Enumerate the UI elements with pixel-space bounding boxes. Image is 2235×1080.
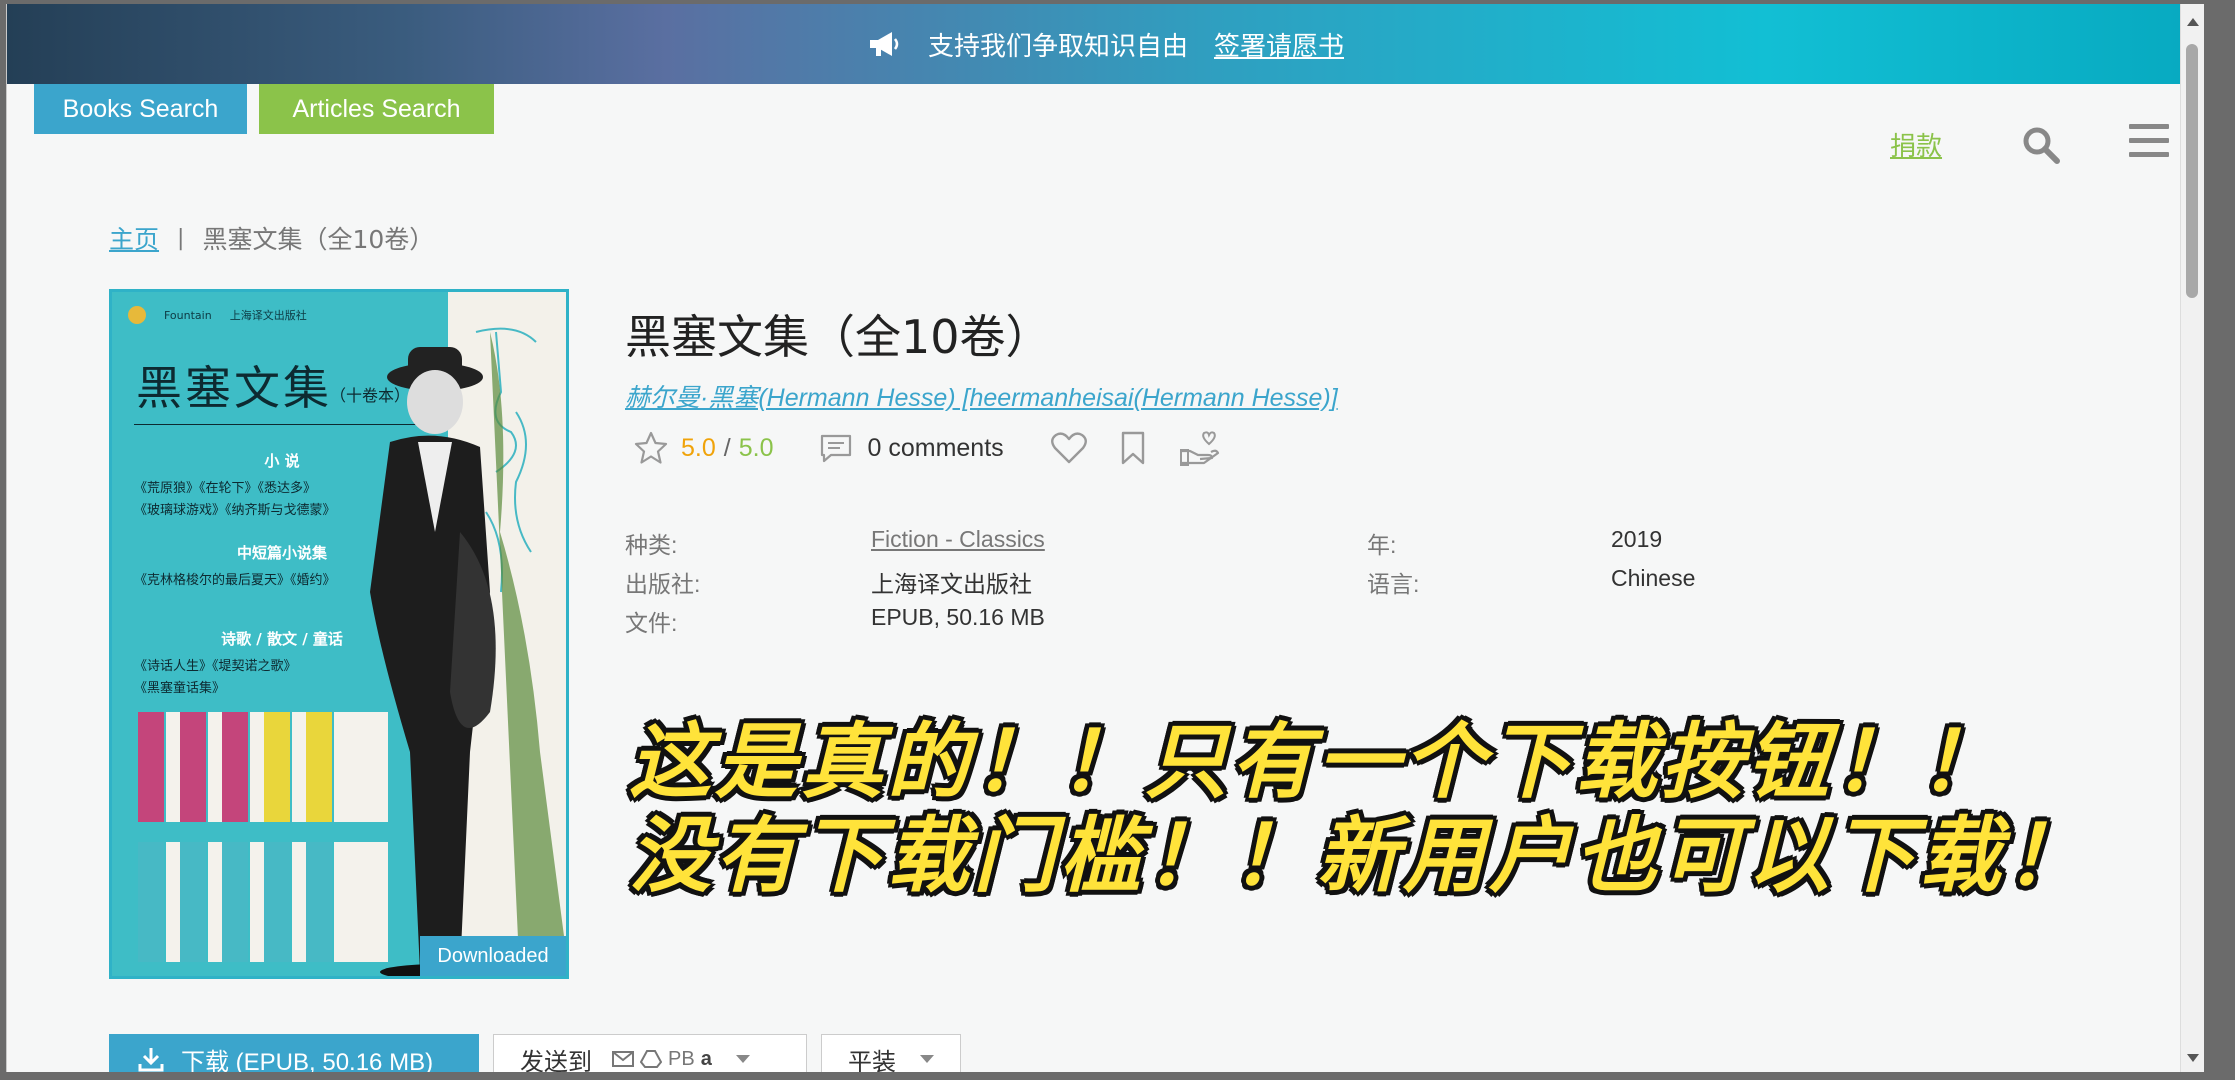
comments-count[interactable]: 0 comments xyxy=(867,434,1003,463)
heart-icon[interactable] xyxy=(1050,430,1088,466)
cover-brand: Fountain xyxy=(164,308,212,322)
rating-row: 5.0 / 5.0 0 comments xyxy=(633,429,1220,467)
donate-link[interactable]: 捐款 xyxy=(1890,126,1942,163)
cover-title: 黑塞文集 xyxy=(136,361,332,415)
breadcrumb-home-link[interactable]: 主页 xyxy=(109,220,159,256)
tab-articles-search[interactable]: Articles Search xyxy=(259,84,494,134)
email-icon xyxy=(612,1051,634,1067)
cover-publisher: 上海译文出版社 xyxy=(229,309,307,322)
publisher-logo-icon xyxy=(128,306,146,324)
menu-icon[interactable] xyxy=(2129,124,2169,162)
caption-line-2: 没有下载门槛！！新用户也可以下载！ xyxy=(629,809,2091,904)
rating-separator: / xyxy=(723,433,731,462)
donate-hand-icon[interactable] xyxy=(1178,429,1220,467)
banner-text: 支持我们争取知识自由 xyxy=(927,31,1188,62)
browser-window: 支持我们争取知识自由 签署请愿书 Books Search Articles S… xyxy=(6,4,2204,1072)
send-to-label: 发送到 xyxy=(520,1048,592,1073)
video-caption-overlay: 这是真的！！只有一个下载按钮！！ 没有下载门槛！！新用户也可以下载！ xyxy=(629,716,2089,904)
send-to-dropdown[interactable]: 发送到 PB a xyxy=(493,1034,807,1072)
search-icon[interactable] xyxy=(2021,125,2061,165)
publisher-value: 上海译文出版社 xyxy=(871,571,1032,597)
sign-petition-link[interactable]: 签署请愿书 xyxy=(1214,26,1344,63)
book-cover[interactable]: Fountain 上海译文出版社 黑塞文集 （十卷本） 小 说 《荒原狼》《在轮… xyxy=(109,289,569,979)
download-button[interactable]: 下载 (EPUB, 50.16 MB) xyxy=(109,1034,479,1072)
tab-books-search[interactable]: Books Search xyxy=(34,84,247,134)
pocketbook-label: PB xyxy=(668,1047,695,1070)
format-label: 平装 xyxy=(848,1048,896,1073)
file-label: 文件: xyxy=(625,610,678,636)
bookmark-icon[interactable] xyxy=(1118,430,1148,466)
format-dropdown[interactable]: 平装 xyxy=(821,1034,961,1072)
amazon-icon: a xyxy=(700,1047,712,1070)
author-photo xyxy=(370,332,566,976)
chevron-down-icon xyxy=(735,1055,750,1063)
publisher-label: 出版社: xyxy=(625,571,701,597)
language-label: 语言: xyxy=(1367,571,1420,597)
downloaded-badge: Downloaded xyxy=(420,936,566,976)
breadcrumb-current: 黑塞文集（全10卷） xyxy=(202,225,435,254)
megaphone-icon xyxy=(869,32,899,56)
comment-icon[interactable] xyxy=(819,433,853,463)
download-button-label: 下载 (EPUB, 50.16 MB) xyxy=(181,1048,434,1073)
book-title: 黑塞文集（全10卷） xyxy=(625,310,1052,364)
breadcrumb: 主页 | 黑塞文集（全10卷） xyxy=(109,220,434,256)
rating-value: 5.0 xyxy=(681,433,716,462)
language-value: Chinese xyxy=(1611,565,1696,591)
category-label: 种类: xyxy=(625,532,678,558)
scroll-up-icon[interactable] xyxy=(2187,18,2199,26)
file-value: EPUB, 50.16 MB xyxy=(871,604,1045,630)
scrollbar-thumb[interactable] xyxy=(2186,44,2198,298)
rating-max: 5.0 xyxy=(738,433,774,462)
send-targets: PB a xyxy=(612,1048,712,1071)
scroll-down-icon[interactable] xyxy=(2187,1054,2199,1062)
star-icon[interactable] xyxy=(633,430,669,466)
download-icon xyxy=(138,1048,164,1072)
caption-line-1: 这是真的！！只有一个下载按钮！！ xyxy=(629,715,2005,810)
year-value: 2019 xyxy=(1611,526,1663,552)
vertical-scrollbar[interactable] xyxy=(2180,4,2204,1072)
breadcrumb-separator: | xyxy=(177,225,185,251)
cover-publisher-row: Fountain 上海译文出版社 xyxy=(128,306,307,324)
drive-icon xyxy=(640,1050,662,1068)
author-link[interactable]: 赫尔曼·黑塞(Hermann Hesse) [heermanheisai(Her… xyxy=(625,378,1338,414)
year-label: 年: xyxy=(1367,532,1397,558)
category-link[interactable]: Fiction - Classics xyxy=(871,526,1045,553)
chevron-down-icon xyxy=(920,1055,934,1063)
top-banner: 支持我们争取知识自由 签署请愿书 xyxy=(7,4,2204,84)
